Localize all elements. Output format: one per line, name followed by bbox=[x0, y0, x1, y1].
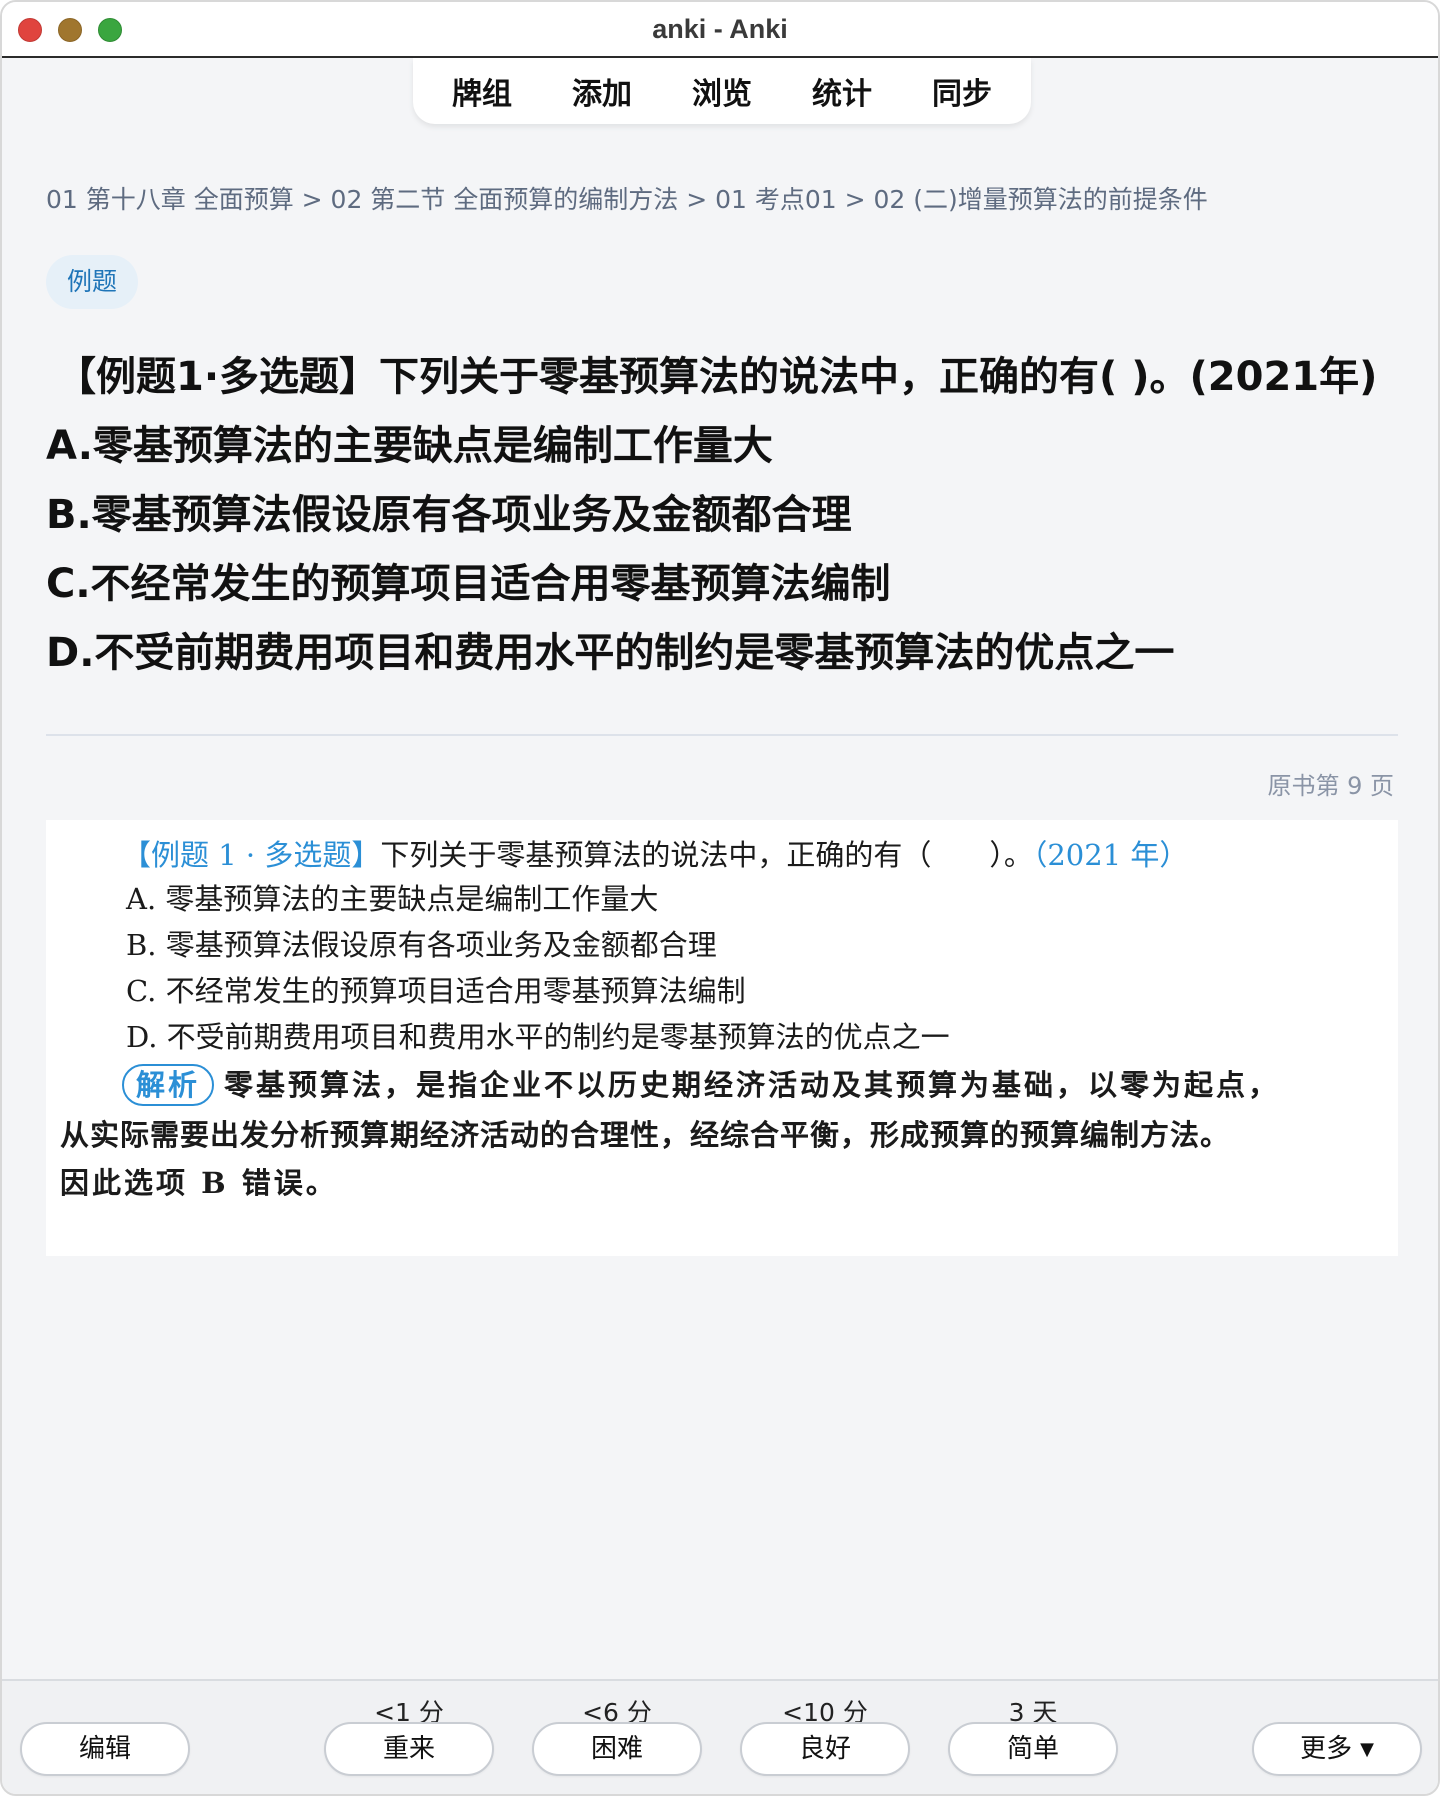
title-bar: anki - Anki bbox=[2, 2, 1438, 58]
again-button[interactable]: 重来 bbox=[324, 1722, 494, 1776]
scan-explanation-line-1: 解析 零基预算法，是指企业不以历史期经济活动及其预算为基础，以零为起点， bbox=[122, 1062, 1280, 1106]
scan-option-d: D. 不受前期费用项目和费用水平的制约是零基预算法的优点之一 bbox=[126, 1020, 950, 1054]
answer-divider bbox=[46, 734, 1398, 736]
scan-explanation-text-1: 零基预算法，是指企业不以历史期经济活动及其预算为基础，以零为起点， bbox=[224, 1068, 1281, 1102]
explanation-badge: 解析 bbox=[122, 1064, 215, 1106]
question-option-c: C.不经常发生的预算项目适合用零基预算法编制 bbox=[46, 561, 891, 607]
good-button[interactable]: 良好 bbox=[740, 1722, 910, 1776]
edit-button[interactable]: 编辑 bbox=[20, 1722, 190, 1776]
caret-down-icon: ▼ bbox=[1360, 1738, 1374, 1760]
scan-option-b: B. 零基预算法假设原有各项业务及金额都合理 bbox=[126, 928, 717, 962]
question-option-b: B.零基预算法假设原有各项业务及金额都合理 bbox=[46, 492, 852, 538]
card-tag: 例题 bbox=[46, 255, 138, 309]
question-block: 【例题1·多选题】下列关于零基预算法的说法中，正确的有( )。(2021年) A… bbox=[46, 347, 1406, 692]
scan-heading: 【例题 1 · 多选题】下列关于零基预算法的说法中，正确的有（ ）。（2021 … bbox=[122, 832, 1188, 874]
window-title: anki - Anki bbox=[652, 14, 788, 44]
breadcrumb: 01 第十八章 全面预算 > 02 第二节 全面预算的编制方法 > 01 考点0… bbox=[46, 185, 1208, 214]
question-option-d: D.不受前期费用项目和费用水平的制约是零基预算法的优点之一 bbox=[46, 630, 1175, 676]
nav-decks[interactable]: 牌组 bbox=[422, 69, 542, 113]
easy-button[interactable]: 简单 bbox=[948, 1722, 1118, 1776]
scan-explanation-line-3: 因此选项 B 错误。 bbox=[60, 1166, 338, 1200]
nav-sync[interactable]: 同步 bbox=[902, 69, 1022, 113]
scan-heading-label: 【例题 1 · 多选题】 bbox=[122, 838, 381, 872]
bottom-bar: 编辑 <1 分 重来 <6 分 困难 <10 分 良好 3 天 简单 更多 ▼ bbox=[2, 1679, 1438, 1794]
scan-option-c: C. 不经常发生的预算项目适合用零基预算法编制 bbox=[126, 974, 746, 1008]
nav-add[interactable]: 添加 bbox=[542, 69, 662, 113]
question-option-a: A.零基预算法的主要缺点是编制工作量大 bbox=[46, 423, 773, 469]
nav-browse[interactable]: 浏览 bbox=[662, 69, 782, 113]
scan-heading-text: 下列关于零基预算法的说法中，正确的有（ ）。 bbox=[380, 838, 1033, 872]
scan-explanation-line-2: 从实际需要出发分析预算期经济活动的合理性，经综合平衡，形成预算的预算编制方法。 bbox=[60, 1118, 1231, 1152]
hard-button[interactable]: 困难 bbox=[532, 1722, 702, 1776]
top-navigation: 牌组 添加 浏览 统计 同步 bbox=[413, 58, 1031, 124]
question-title: 【例题1·多选题】下列关于零基预算法的说法中，正确的有( )。(2021年) bbox=[56, 354, 1378, 400]
page-reference: 原书第 9 页 bbox=[1267, 772, 1394, 800]
more-button[interactable]: 更多 ▼ bbox=[1252, 1722, 1422, 1776]
more-button-label: 更多 bbox=[1300, 1734, 1353, 1764]
scanned-book-page: 【例题 1 · 多选题】下列关于零基预算法的说法中，正确的有（ ）。（2021 … bbox=[46, 820, 1398, 1256]
nav-stats[interactable]: 统计 bbox=[782, 69, 902, 113]
anki-window: anki - Anki 牌组 添加 浏览 统计 同步 01 第十八章 全面预算 … bbox=[0, 0, 1440, 1796]
scan-heading-year: （2021 年） bbox=[1032, 838, 1189, 872]
scan-option-a: A. 零基预算法的主要缺点是编制工作量大 bbox=[126, 882, 659, 916]
